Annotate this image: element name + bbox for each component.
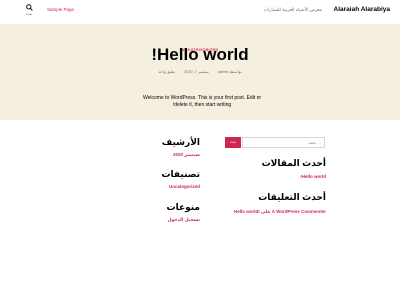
search-input[interactable]: بحث …	[242, 137, 325, 148]
meta-login-link[interactable]: تسجيل الدخول	[140, 217, 200, 223]
post-title[interactable]: !Hello world	[0, 45, 400, 65]
search-submit-button[interactable]: بحث	[225, 137, 241, 148]
recent-post-link[interactable]: !Hello world	[220, 174, 326, 179]
nav-link-sample-page[interactable]: Sample Page	[47, 7, 74, 12]
site-header: Alaraiah Alarabiya معرض الأشياء العربية …	[0, 0, 400, 24]
site-title[interactable]: Alaraiah Alarabiya	[334, 6, 390, 13]
categories-title: تصنيفات	[161, 169, 201, 179]
post-header: UNCATEGORIZED !Hello world بواسطة admin …	[0, 24, 400, 120]
search-form: بحث … بحث	[225, 137, 325, 148]
site-description: معرض الأشياء العربية للسيارات	[263, 7, 322, 12]
meta-title: منوعات	[166, 202, 200, 212]
post-content: Welcome to WordPress. This is your first…	[142, 95, 262, 108]
archive-link[interactable]: سبتمبر 2020	[140, 152, 200, 158]
recent-posts-title: أحدث المقالات	[261, 158, 326, 168]
post-comments-link[interactable]: تعليق واحد	[158, 70, 175, 74]
category-link[interactable]: Uncategorized	[140, 184, 200, 189]
search-toggle-label: بحث	[25, 12, 33, 16]
widget-area: بحث … بحث أحدث المقالات !Hello world أحد…	[0, 120, 400, 300]
search-toggle-button[interactable]: بحث	[22, 4, 36, 22]
archives-title: الأرشيف	[161, 137, 200, 147]
recent-comments-title: أحدث التعليقات	[258, 192, 326, 202]
recent-comment-item[interactable]: A WordPress Commenter على !Hello world	[220, 209, 326, 215]
post-date[interactable]: سبتمبر 7, 2020	[184, 70, 209, 74]
post-meta: بواسطة admin سبتمبر 7, 2020 تعليق واحد	[0, 69, 400, 74]
search-icon	[25, 4, 33, 11]
post-author[interactable]: بواسطة admin	[218, 70, 242, 74]
